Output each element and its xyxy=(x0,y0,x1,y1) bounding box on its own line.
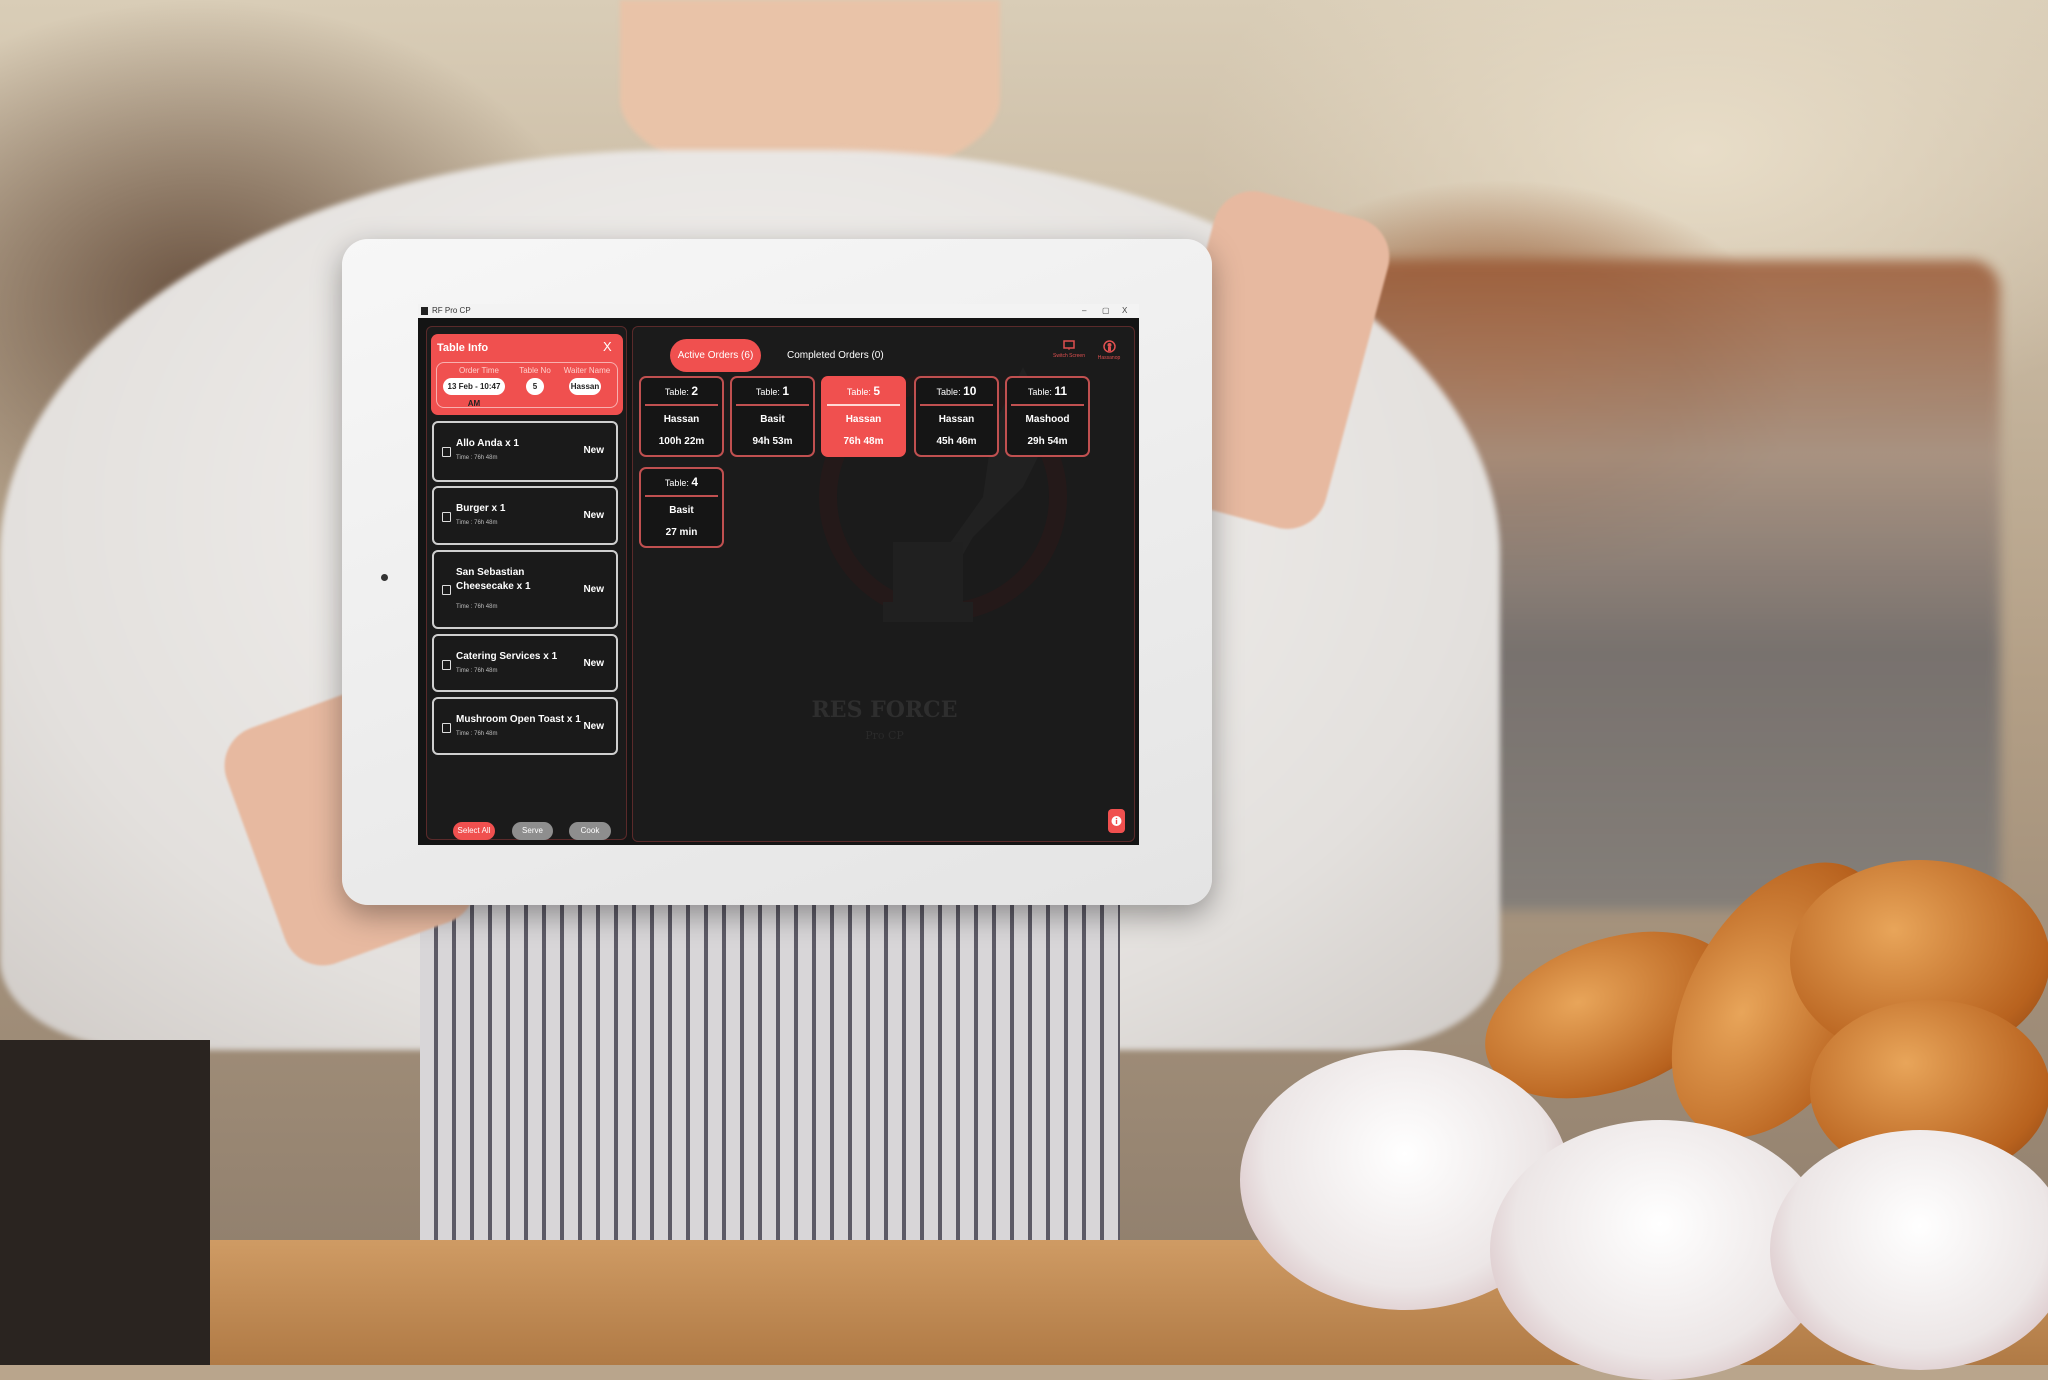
table-prefix: Table: xyxy=(664,387,689,397)
minimize-button[interactable]: – xyxy=(1082,304,1086,318)
table-info-card: Table Info X Order Time 13 Feb - 10:47 A… xyxy=(431,334,623,415)
tablet-camera xyxy=(381,574,388,581)
table-number: 4 xyxy=(691,475,699,489)
item-time: Time : 76h 48m xyxy=(456,520,498,526)
order-item[interactable]: San Sebastian Cheesecake x 1 Time : 76h … xyxy=(432,550,618,629)
order-card-table-11[interactable]: Table: 11 Mashood 29h 54m xyxy=(1005,376,1090,457)
order-item[interactable]: Mushroom Open Toast x 1 Time : 76h 48m N… xyxy=(432,697,618,755)
serve-button[interactable]: Serve xyxy=(512,822,553,840)
waiter-name: Basit xyxy=(760,414,785,425)
pastry-bowl xyxy=(1230,820,2048,1380)
item-status: New xyxy=(583,658,604,669)
order-card-table-10[interactable]: Table: 10 Hassan 45h 46m xyxy=(914,376,999,457)
maximize-button[interactable]: ▢ xyxy=(1102,304,1110,318)
order-card-table-2[interactable]: Table: 2 Hassan 100h 22m xyxy=(639,376,724,457)
table-number: 11 xyxy=(1054,384,1068,398)
item-time: Time : 76h 48m xyxy=(456,455,498,461)
table-prefix: Table: xyxy=(936,387,961,397)
monitor-icon xyxy=(1063,340,1075,350)
item-name: Allo Anda x 1 xyxy=(456,438,519,449)
user-icon xyxy=(1102,340,1116,353)
item-status: New xyxy=(583,445,604,456)
waiter-name: Hassan xyxy=(938,414,975,425)
order-duration: 27 min xyxy=(665,527,698,538)
item-status: New xyxy=(583,584,604,595)
info-button[interactable] xyxy=(1108,809,1125,833)
user-label: Hassanop xyxy=(1097,355,1121,361)
waiter-name: Hassan xyxy=(663,414,700,425)
order-duration: 45h 46m xyxy=(936,436,977,447)
item-checkbox[interactable] xyxy=(442,512,451,522)
tab-completed-orders[interactable]: Completed Orders (0) xyxy=(787,339,884,372)
waiter-name: Mashood xyxy=(1025,414,1070,425)
table-info-details: Order Time 13 Feb - 10:47 AM Table No 5 … xyxy=(436,362,618,408)
title-bar: RF Pro CP – ▢ X xyxy=(418,304,1139,318)
info-icon xyxy=(1111,816,1122,826)
table-number: 2 xyxy=(691,384,699,398)
table-number: 5 xyxy=(873,384,881,398)
cook-button[interactable]: Cook xyxy=(569,822,611,840)
waiter-name: Basit xyxy=(669,505,694,516)
order-duration: 100h 22m xyxy=(658,436,705,447)
table-no-label: Table No xyxy=(519,366,551,375)
switch-screen-button[interactable]: Switch Screen xyxy=(1049,340,1089,359)
select-all-button[interactable]: Select All xyxy=(453,822,495,840)
watermark-title: RES FORCE xyxy=(811,697,958,723)
table-prefix: Table: xyxy=(1027,387,1052,397)
item-status: New xyxy=(583,721,604,732)
order-duration: 94h 53m xyxy=(752,436,793,447)
tab-active-orders[interactable]: Active Orders (6) xyxy=(670,339,761,372)
item-time: Time : 76h 48m xyxy=(456,731,498,737)
close-window-button[interactable]: X xyxy=(1122,304,1127,318)
order-item[interactable]: Catering Services x 1 Time : 76h 48m New xyxy=(432,634,618,692)
order-item[interactable]: Allo Anda x 1 Time : 76h 48m New xyxy=(432,421,618,482)
item-name: Burger x 1 xyxy=(456,503,506,514)
table-number: 10 xyxy=(963,384,977,398)
item-name: San Sebastian Cheesecake x 1 xyxy=(456,567,531,592)
item-checkbox[interactable] xyxy=(442,447,451,457)
item-name: Catering Services x 1 xyxy=(456,651,558,662)
item-checkbox[interactable] xyxy=(442,585,451,595)
table-number: 1 xyxy=(782,384,790,398)
item-status: New xyxy=(583,510,604,521)
order-time-label: Order Time xyxy=(458,366,499,375)
table-prefix: Table: xyxy=(755,387,780,397)
waiter-name-label: Waiter Name xyxy=(563,366,611,375)
table-no-value: 5 xyxy=(526,378,544,395)
table-prefix: Table: xyxy=(846,387,871,397)
waiter-name: Hassan xyxy=(845,414,882,425)
close-icon[interactable]: X xyxy=(603,339,612,354)
order-item[interactable]: Burger x 1 Time : 76h 48m New xyxy=(432,486,618,545)
table-info-title: Table Info xyxy=(437,342,489,354)
order-duration: 76h 48m xyxy=(843,436,884,447)
order-card-table-5[interactable]: Table: 5 Hassan 76h 48m xyxy=(821,376,906,457)
item-time: Time : 76h 48m xyxy=(456,668,498,674)
table-info-panel: Table Info X Order Time 13 Feb - 10:47 A… xyxy=(426,326,627,840)
switch-screen-label: Switch Screen xyxy=(1053,353,1085,359)
app-screen: RF Pro CP – ▢ X Table Info X Order Time … xyxy=(418,304,1139,845)
order-card-table-4[interactable]: Table: 4 Basit 27 min xyxy=(639,467,724,548)
order-duration: 29h 54m xyxy=(1027,436,1068,447)
item-name: Mushroom Open Toast x 1 xyxy=(456,714,581,725)
orders-panel: RES FORCE Pro CP Active Orders (6) Compl… xyxy=(632,326,1135,842)
watermark-subtitle: Pro CP xyxy=(865,729,904,742)
item-checkbox[interactable] xyxy=(442,723,451,733)
item-checkbox[interactable] xyxy=(442,660,451,670)
striped-apron xyxy=(420,880,1120,1280)
waiter-name-value: Hassan xyxy=(569,378,601,395)
item-time: Time : 76h 48m xyxy=(456,604,498,610)
user-profile-button[interactable]: Hassanop xyxy=(1089,340,1129,361)
order-card-table-1[interactable]: Table: 1 Basit 94h 53m xyxy=(730,376,815,457)
register-box xyxy=(0,1040,210,1365)
app-icon xyxy=(421,307,428,315)
table-prefix: Table: xyxy=(664,478,689,488)
order-time-value: 13 Feb - 10:47 AM xyxy=(443,378,505,408)
window-title: RF Pro CP xyxy=(432,306,471,315)
